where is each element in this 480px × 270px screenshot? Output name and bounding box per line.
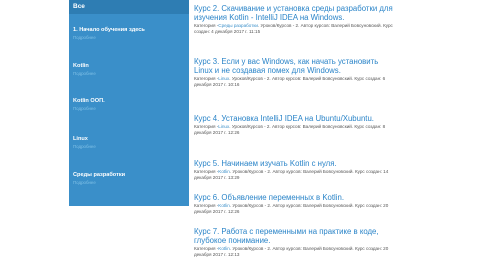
sidebar-item-more-link[interactable]: Подробнее bbox=[73, 144, 185, 150]
category-label: Категория - bbox=[194, 169, 219, 174]
course-title-link[interactable]: Курс 2. Скачивание и установка среды раз… bbox=[194, 4, 394, 22]
course-meta: Категория -Linux. Уроков/Курсов - 2. Авт… bbox=[194, 76, 394, 87]
sidebar-item-more-link[interactable]: Подробнее bbox=[73, 35, 185, 41]
course-entry: Курс 3. Если у вас Windows, как начать у… bbox=[194, 57, 394, 87]
sidebar-item-more-link[interactable]: Подробнее bbox=[73, 106, 185, 112]
category-label: Категория - bbox=[194, 124, 219, 129]
category-link[interactable]: Linux bbox=[218, 124, 229, 129]
course-entry: Курс 7. Работа с переменными на практике… bbox=[194, 227, 394, 257]
sidebar-item-label: Kotlin bbox=[73, 63, 89, 69]
sidebar-item-more-link[interactable]: Подробнее bbox=[73, 180, 185, 186]
sidebar-item-label: 1. Начало обучения здесь bbox=[73, 27, 145, 33]
category-link[interactable]: Kotlin bbox=[218, 246, 230, 251]
sidebar-item-more-link[interactable]: Подробнее bbox=[73, 71, 185, 77]
course-meta: Категория -Kotlin. Уроков/Курсов - 2. Ав… bbox=[194, 246, 394, 257]
course-title-link[interactable]: Курс 4. Установка IntelliJ IDEA на Ubunt… bbox=[194, 114, 394, 123]
category-label: Категория - bbox=[194, 246, 219, 251]
category-sidebar: Все 1. Начало обучения здесь Подробнее K… bbox=[69, 0, 189, 206]
course-entry: Курс 4. Установка IntelliJ IDEA на Ubunt… bbox=[194, 114, 394, 135]
course-meta: Категория -Kotlin. Уроков/Курсов - 2. Ав… bbox=[194, 203, 394, 214]
category-label: Категория - bbox=[194, 23, 219, 28]
sidebar-item-label: Kotlin ООП. bbox=[73, 98, 105, 104]
sidebar-item-label: Linux bbox=[73, 136, 88, 142]
category-link[interactable]: Kotlin bbox=[218, 203, 230, 208]
course-title-link[interactable]: Курс 3. Если у вас Windows, как начать у… bbox=[194, 57, 394, 75]
course-entry: Курс 5. Начинаем изучать Kotlin с нуля. … bbox=[194, 159, 394, 180]
sidebar-item-linux[interactable]: Linux Подробнее bbox=[73, 136, 185, 150]
category-label: Категория - bbox=[194, 203, 219, 208]
category-label: Категория - bbox=[194, 76, 219, 81]
course-meta: Категория -Среды разработки. Уроков/Курс… bbox=[194, 23, 394, 34]
sidebar-header-all[interactable]: Все bbox=[69, 0, 189, 14]
sidebar-item-kotlin-oop[interactable]: Kotlin ООП. Подробнее bbox=[73, 98, 185, 112]
sidebar-item-start[interactable]: 1. Начало обучения здесь Подробнее bbox=[73, 27, 185, 41]
course-meta: Категория -Kotlin. Уроков/Курсов - 2. Ав… bbox=[194, 169, 394, 180]
course-title-link[interactable]: Курс 7. Работа с переменными на практике… bbox=[194, 227, 394, 245]
course-meta: Категория -Linux. Уроков/Курсов - 2. Авт… bbox=[194, 124, 394, 135]
course-entry: Курс 6. Объявление переменных в Kotlin. … bbox=[194, 193, 394, 214]
sidebar-item-ide[interactable]: Среды разработки Подробнее bbox=[73, 172, 185, 186]
category-link[interactable]: Linux bbox=[218, 76, 229, 81]
course-title-link[interactable]: Курс 5. Начинаем изучать Kotlin с нуля. bbox=[194, 159, 394, 168]
course-entry: Курс 2. Скачивание и установка среды раз… bbox=[194, 4, 394, 34]
category-link[interactable]: Среды разработки bbox=[218, 23, 258, 28]
sidebar-item-label: Среды разработки bbox=[73, 172, 126, 178]
category-link[interactable]: Kotlin bbox=[218, 169, 230, 174]
course-title-link[interactable]: Курс 6. Объявление переменных в Kotlin. bbox=[194, 193, 394, 202]
sidebar-item-kotlin[interactable]: Kotlin Подробнее bbox=[73, 63, 185, 77]
